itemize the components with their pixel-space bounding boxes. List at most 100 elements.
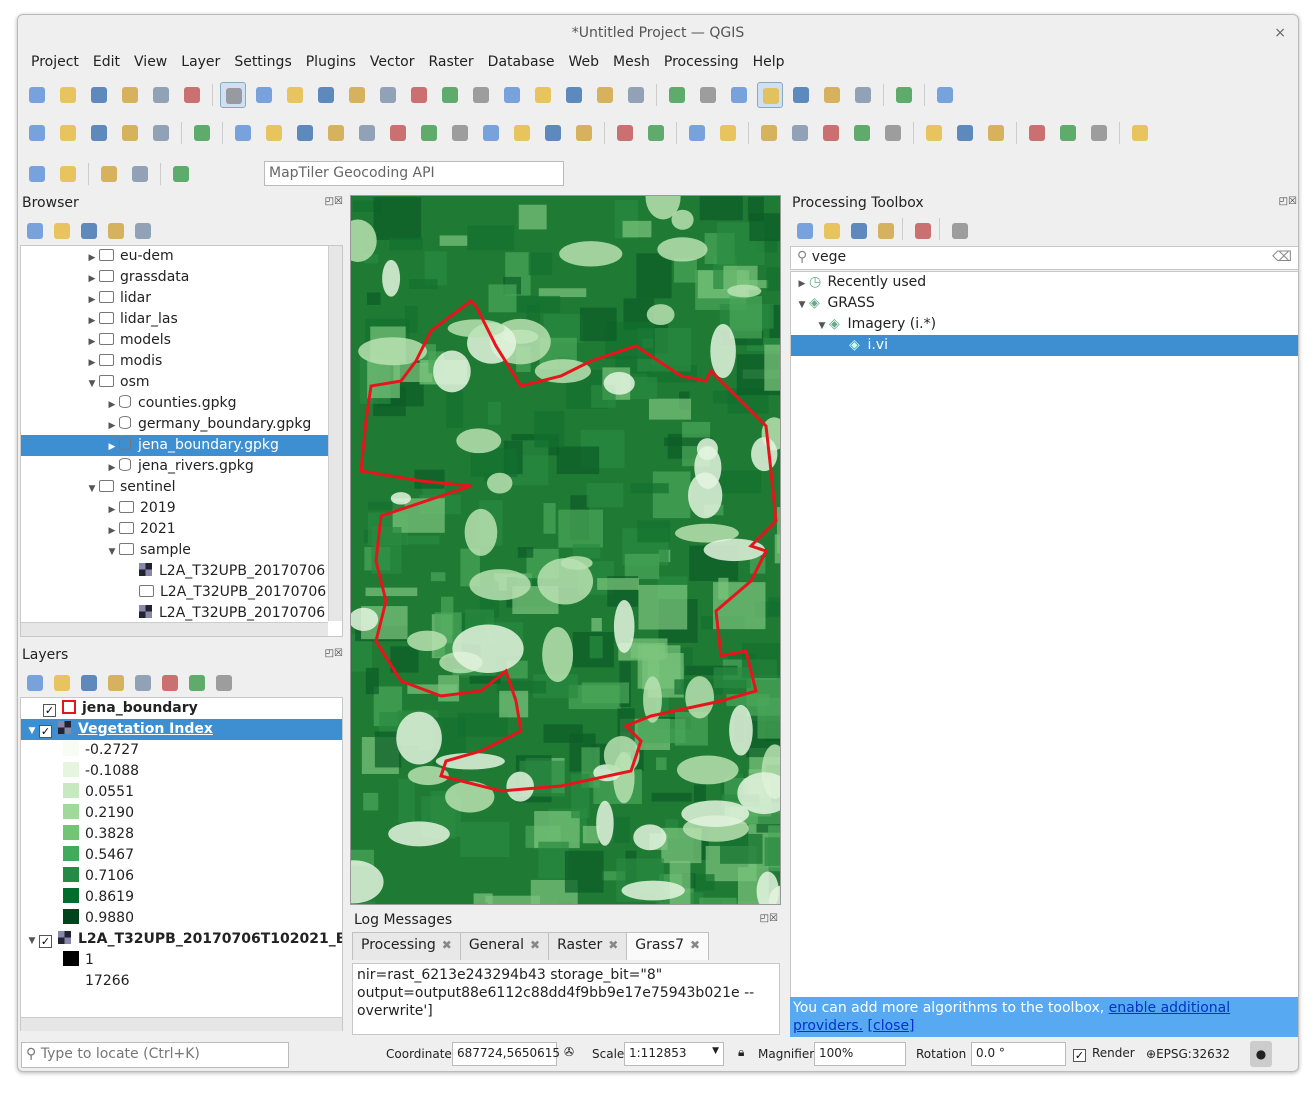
menu-help[interactable]: Help: [746, 51, 792, 77]
menu-view[interactable]: View: [127, 51, 174, 77]
toggle-editing-icon[interactable]: [230, 120, 256, 146]
digitize-icon[interactable]: [117, 120, 143, 146]
gtfs-icon[interactable]: [168, 161, 194, 187]
new-shapefile-icon[interactable]: [86, 120, 112, 146]
expand-arrow-icon[interactable]: ▶: [105, 458, 119, 479]
refresh-icon[interactable]: [623, 82, 649, 108]
expand-arrow-icon[interactable]: ▼: [85, 479, 99, 500]
open-project-icon[interactable]: [55, 82, 81, 108]
menu-plugins[interactable]: Plugins: [299, 51, 363, 77]
pan-to-selection-icon[interactable]: [251, 82, 277, 108]
collapse-arrow-icon[interactable]: ▼: [25, 721, 39, 742]
redo-icon[interactable]: [571, 120, 597, 146]
map-tips-icon[interactable]: [850, 82, 876, 108]
save-project-icon[interactable]: [86, 82, 112, 108]
crs-button[interactable]: ⊕EPSG:32632: [1146, 1047, 1230, 1061]
deselect-icon[interactable]: [55, 161, 81, 187]
close-button[interactable]: ×: [1274, 15, 1286, 51]
toolbox-search[interactable]: ⚲ vege ⌫: [790, 246, 1298, 270]
layer-l2a-b04[interactable]: ▼ ✓ L2A_T32UPB_20170706T102021_B04: [21, 929, 342, 950]
expand-arrow-icon[interactable]: ▼: [815, 316, 829, 337]
lock-icon[interactable]: 🔒︎: [738, 1045, 744, 1060]
history-icon[interactable]: [846, 218, 868, 240]
zoom-full-icon[interactable]: [344, 82, 370, 108]
expand-arrow-icon[interactable]: ▶: [85, 353, 99, 374]
grass-icon[interactable]: [983, 120, 1009, 146]
expand-arrow-icon[interactable]: ▶: [105, 437, 119, 458]
panel-buttons[interactable]: ◰☒: [1279, 196, 1297, 207]
browser-hscrollbar[interactable]: [21, 622, 328, 636]
new-geopackage-icon[interactable]: [55, 120, 81, 146]
layer-checkbox[interactable]: ✓: [43, 704, 56, 717]
new-temp-layer-icon[interactable]: [148, 120, 174, 146]
render-checkbox[interactable]: ✓: [1073, 1049, 1086, 1062]
label-rotate-icon[interactable]: [787, 120, 813, 146]
browser-item[interactable]: L2A_T32UPB_20170706: [21, 561, 342, 582]
log-tab-general[interactable]: General ✖: [459, 932, 550, 960]
panel-buttons[interactable]: ◰☒: [760, 913, 778, 924]
log-tab-processing[interactable]: Processing ✖: [352, 932, 461, 960]
more-icon[interactable]: [1086, 120, 1112, 146]
layer-jena-boundary[interactable]: ✓ jena_boundary: [21, 698, 342, 719]
field-calculator-icon[interactable]: [726, 82, 752, 108]
expand-arrow-icon[interactable]: ▶: [85, 311, 99, 332]
options-icon[interactable]: [947, 218, 969, 240]
temporal-controller-icon[interactable]: [592, 82, 618, 108]
show-bookmarks-icon[interactable]: [561, 82, 587, 108]
pan-icon[interactable]: [220, 82, 246, 108]
collapse-all-icon[interactable]: [103, 218, 125, 240]
data-source-manager-icon[interactable]: [24, 120, 50, 146]
new-project-icon[interactable]: [24, 82, 50, 108]
expand-arrow-icon[interactable]: ▼: [105, 542, 119, 563]
menu-mesh[interactable]: Mesh: [606, 51, 657, 77]
python-icon[interactable]: [1024, 120, 1050, 146]
expand-arrow-icon[interactable]: ▼: [85, 374, 99, 395]
statistics-icon[interactable]: [788, 82, 814, 108]
zoom-native-icon[interactable]: [437, 82, 463, 108]
text-annotation-icon[interactable]: [932, 82, 958, 108]
expand-all-icon[interactable]: [157, 670, 179, 692]
menu-vector[interactable]: Vector: [363, 51, 422, 77]
menu-layer[interactable]: Layer: [174, 51, 227, 77]
extents-toggle-icon[interactable]: ✇: [564, 1045, 574, 1059]
messages-icon[interactable]: ●: [1250, 1041, 1272, 1067]
browser-item[interactable]: ▶ 2019: [21, 498, 342, 519]
layers-tree[interactable]: ✓ jena_boundary ▼ ✓ Vegetation Index -0.272…: [20, 697, 343, 1031]
locator-input[interactable]: ⚲ Type to locate (Ctrl+K): [21, 1042, 289, 1068]
browser-item[interactable]: L2A_T32UPB_20170706: [21, 582, 342, 603]
vertex-tool-icon[interactable]: [354, 120, 380, 146]
add-layer-icon[interactable]: [96, 161, 122, 187]
select-features-icon[interactable]: [24, 161, 50, 187]
measure-icon[interactable]: [819, 82, 845, 108]
save-as-icon[interactable]: [117, 82, 143, 108]
browser-item[interactable]: ▼ sample: [21, 540, 342, 561]
filter-icon[interactable]: [76, 218, 98, 240]
expand-arrow-icon[interactable]: ▶: [85, 269, 99, 290]
label-icon[interactable]: [612, 120, 638, 146]
browser-item[interactable]: ▶ modis: [21, 351, 342, 372]
modify-attributes-icon[interactable]: [385, 120, 411, 146]
layer-checkbox[interactable]: ✓: [39, 935, 52, 948]
toolbox-tree[interactable]: ▶ ◷ Recently used ▼ ◈ GRASS ▼ ◈ Imagery (i.*)…: [790, 271, 1298, 1013]
attribute-table-icon[interactable]: [695, 82, 721, 108]
scale-combo[interactable]: 1:112853 ▼: [624, 1042, 724, 1066]
help-icon[interactable]: [1127, 120, 1153, 146]
browser-item[interactable]: ▶ models: [21, 330, 342, 351]
zoom-last-icon[interactable]: [468, 82, 494, 108]
menu-settings[interactable]: Settings: [227, 51, 298, 77]
processing-toolbox-icon[interactable]: [757, 82, 783, 108]
new-bookmark-icon[interactable]: [530, 82, 556, 108]
close-info-link[interactable]: [close]: [868, 1018, 915, 1034]
browser-item[interactable]: ▶ jena_boundary.gpkg: [21, 435, 342, 456]
expand-arrow-icon[interactable]: ▶: [85, 332, 99, 353]
scripts-icon[interactable]: [819, 218, 841, 240]
zoom-out-icon[interactable]: [313, 82, 339, 108]
zoom-layer-icon[interactable]: [406, 82, 432, 108]
log-tab-raster[interactable]: Raster ✖: [548, 932, 628, 960]
models-icon[interactable]: [792, 218, 814, 240]
results-icon[interactable]: [873, 218, 895, 240]
browser-item[interactable]: ▶ eu-dem: [21, 246, 342, 267]
toolbox-item[interactable]: ▼ ◈ GRASS: [791, 293, 1298, 314]
log-tab-grass7[interactable]: Grass7 ✖: [626, 932, 710, 960]
rotation-input[interactable]: 0.0 °: [971, 1042, 1066, 1066]
